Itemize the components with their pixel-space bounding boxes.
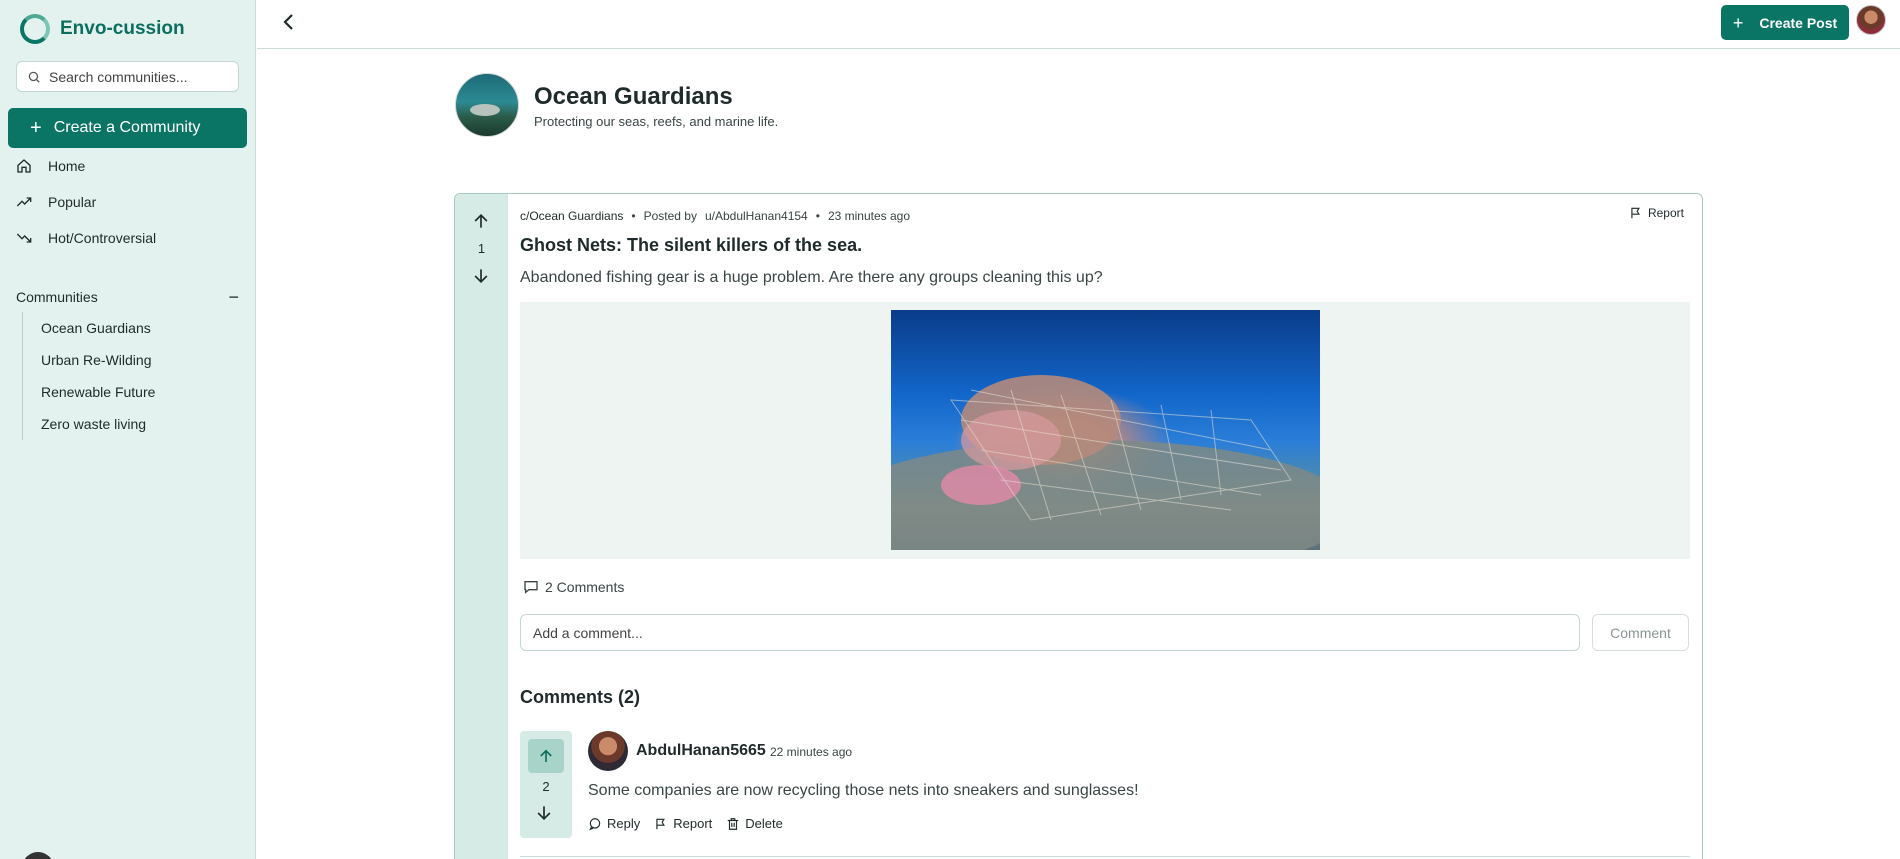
community-description: Protecting our seas, reefs, and marine l… xyxy=(534,114,779,129)
post-body: Abandoned fishing gear is a huge problem… xyxy=(520,269,1103,286)
comment-delete-button[interactable]: Delete xyxy=(726,816,783,831)
post-title[interactable]: Ghost Nets: The silent killers of the se… xyxy=(520,235,862,256)
post-author[interactable]: u/AbdulHanan4154 xyxy=(705,209,808,223)
post-comments-link[interactable]: 2 Comments xyxy=(523,579,624,595)
trash-icon xyxy=(728,817,739,830)
comment-report-button[interactable]: Report xyxy=(654,816,712,831)
upvote-arrow-icon[interactable] xyxy=(471,211,491,231)
trending-down-icon xyxy=(16,233,32,243)
posted-by-label: Posted by xyxy=(643,209,697,223)
post-report-button[interactable]: Report xyxy=(1629,206,1684,220)
top-bar: + Create Post xyxy=(257,0,1900,49)
meta-dot: • xyxy=(815,209,820,223)
nav-popular[interactable]: Popular xyxy=(16,194,96,210)
post-report-label: Report xyxy=(1647,206,1684,220)
post-vote-count: 1 xyxy=(477,241,486,256)
comment-vote-count: 2 xyxy=(542,779,550,794)
comment-report-label: Report xyxy=(673,816,713,831)
create-post-button[interactable]: + Create Post xyxy=(1721,5,1849,40)
post-image[interactable] xyxy=(891,310,1320,550)
comment-author-avatar[interactable] xyxy=(588,731,628,771)
comment-text: Some companies are now recycling those n… xyxy=(588,782,1139,799)
create-community-button[interactable]: + Create a Community xyxy=(8,108,247,148)
sidebar-community-zero-waste-living[interactable]: Zero waste living xyxy=(41,408,155,440)
chevron-left-icon[interactable] xyxy=(277,10,301,34)
community-title: Ocean Guardians xyxy=(534,83,733,110)
comments-heading: Comments (2) xyxy=(520,687,641,707)
reply-label: Reply xyxy=(607,816,641,831)
sidebar: Envo-cussion + Create a Community Home P… xyxy=(0,0,256,859)
communities-heading: Communities xyxy=(16,289,98,305)
sidebar-community-urban-rewilding[interactable]: Urban Re-Wilding xyxy=(41,344,155,376)
reply-bubble-icon xyxy=(589,817,601,830)
search-input[interactable] xyxy=(49,68,219,85)
community-avatar xyxy=(455,73,519,137)
nav-hot-controversial[interactable]: Hot/Controversial xyxy=(16,230,156,246)
downvote-arrow-icon[interactable] xyxy=(471,266,491,286)
trending-up-icon xyxy=(16,197,32,207)
communities-list: Ocean Guardians Urban Re-Wilding Renewab… xyxy=(22,312,155,440)
logo-icon xyxy=(20,14,50,44)
ghost-net-illustration xyxy=(891,375,1320,550)
flag-icon xyxy=(656,818,666,829)
upvote-arrow-icon xyxy=(540,749,552,762)
comment-submit-button[interactable]: Comment xyxy=(1592,614,1689,651)
post-meta: c/Ocean Guardians • Posted by u/AbdulHan… xyxy=(520,209,910,223)
create-community-label: Create a Community xyxy=(53,119,201,136)
nav-hot-label: Hot/Controversial xyxy=(48,230,157,246)
search-icon xyxy=(28,71,40,83)
comment-author[interactable]: AbdulHanan5665 xyxy=(636,742,766,760)
collapse-icon[interactable]: − xyxy=(228,288,239,306)
home-icon xyxy=(17,159,31,173)
reply-button[interactable]: Reply xyxy=(588,816,640,831)
user-avatar[interactable] xyxy=(1856,5,1886,35)
nav-home-label: Home xyxy=(48,158,86,174)
app-logo[interactable]: Envo-cussion xyxy=(20,14,185,44)
comment-time: 22 minutes ago xyxy=(770,745,853,759)
comment-vote-column: 2 xyxy=(520,731,572,838)
create-post-label: Create Post xyxy=(1759,14,1838,31)
comments-count-label: 2 Comments xyxy=(545,579,625,595)
post-media-container xyxy=(520,302,1690,559)
app-name: Envo-cussion xyxy=(60,18,185,39)
add-comment-input[interactable] xyxy=(520,614,1580,651)
comment-bubble-icon xyxy=(524,581,538,594)
sidebar-community-renewable-future[interactable]: Renewable Future xyxy=(41,376,155,408)
downvote-arrow-icon[interactable] xyxy=(534,803,554,823)
comment-actions: Reply Report Delete xyxy=(588,816,783,831)
communities-header: Communities − xyxy=(16,288,239,306)
post-card: 1 c/Ocean Guardians • Posted by u/AbdulH… xyxy=(454,193,1703,859)
post-time: 23 minutes ago xyxy=(827,209,910,223)
post-vote-column: 1 xyxy=(455,194,508,859)
sidebar-community-ocean-guardians[interactable]: Ocean Guardians xyxy=(41,312,155,344)
comment-upvote-button[interactable] xyxy=(528,739,564,773)
plus-icon: + xyxy=(1732,12,1744,33)
flag-icon xyxy=(1631,207,1640,219)
post-community-link[interactable]: c/Ocean Guardians xyxy=(520,209,623,223)
comment-divider xyxy=(520,856,1690,857)
plus-icon: + xyxy=(30,117,42,139)
comment-delete-label: Delete xyxy=(745,816,783,831)
nav-home[interactable]: Home xyxy=(16,158,85,174)
nav-popular-label: Popular xyxy=(48,194,97,210)
search-box xyxy=(16,61,239,92)
meta-dot: • xyxy=(631,209,636,223)
sidebar-bottom-avatar[interactable] xyxy=(22,852,54,859)
